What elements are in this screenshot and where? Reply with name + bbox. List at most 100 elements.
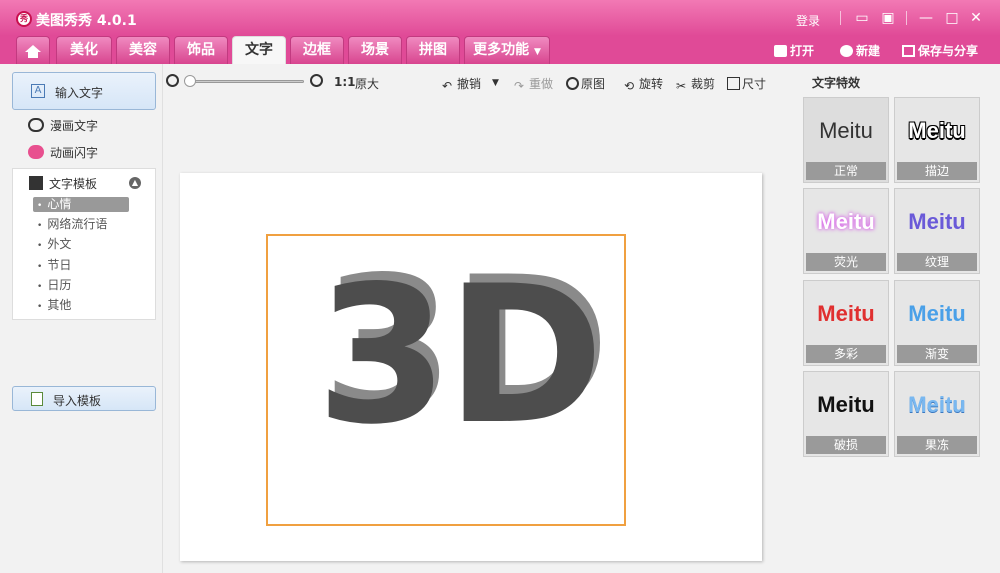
input-text-label: 输入文字 <box>55 86 104 100</box>
app-logo-icon: 秀 <box>16 11 32 27</box>
tab-beauty[interactable]: 美容 <box>116 36 170 64</box>
effect-gradient[interactable]: Meitu 渐变 <box>894 280 980 366</box>
category-calendar[interactable]: 日历 <box>33 278 129 293</box>
undo-dropdown-icon[interactable]: ▼ <box>492 78 499 88</box>
effect-sample: Meitu <box>817 392 875 417</box>
separator <box>906 11 907 25</box>
save-share-button[interactable]: 保存与分享 <box>902 42 978 59</box>
size-button[interactable]: 尺寸 <box>727 75 766 92</box>
effect-outline[interactable]: Meitu 描边 <box>894 97 980 183</box>
comic-text-label: 漫画文字 <box>50 119 99 133</box>
tab-accessories[interactable]: 饰品 <box>174 36 228 64</box>
feedback-icon[interactable]: ▭ <box>852 8 872 28</box>
input-text-button[interactable]: A 输入文字 <box>12 72 156 110</box>
collapse-icon[interactable]: ▲ <box>129 177 141 189</box>
skin-icon[interactable]: ▣ <box>878 8 898 28</box>
category-internet-slang[interactable]: 网络流行语 <box>33 217 129 232</box>
tab-more[interactable]: 更多功能 ▼ <box>464 36 550 64</box>
template-header-label: 文字模板 <box>49 177 98 191</box>
import-template-button[interactable]: 导入模板 <box>12 386 156 411</box>
effect-label: 渐变 <box>897 345 977 363</box>
tab-scene[interactable]: 场景 <box>348 36 402 64</box>
circle-icon <box>566 77 579 90</box>
effect-sample: Meitu <box>908 392 966 417</box>
effect-sample: Meitu <box>908 118 966 143</box>
chevron-down-icon: ▼ <box>533 47 541 57</box>
zoom-out-icon[interactable] <box>166 74 179 87</box>
effect-colorful[interactable]: Meitu 多彩 <box>803 280 889 366</box>
original-image-button[interactable]: 原图 <box>566 75 605 92</box>
tab-bar: 美化 美容 饰品 文字 边框 场景 拼图 更多功能 ▼ 打开 新建 保存与分享 <box>0 36 1000 64</box>
effect-label: 多彩 <box>806 345 886 363</box>
save-label: 保存与分享 <box>918 44 979 58</box>
tab-text[interactable]: 文字 <box>232 36 286 64</box>
left-panel: A 输入文字 漫画文字 动画闪字 文字模板 ▲ 心情 网络流行语 外文 节日 日… <box>0 64 163 573</box>
plus-circle-icon <box>840 45 853 57</box>
minimize-icon[interactable]: — <box>916 8 936 28</box>
zoom-in-icon[interactable] <box>310 74 323 87</box>
size-label: 尺寸 <box>742 77 767 91</box>
effect-glow[interactable]: Meitu 荧光 <box>803 188 889 274</box>
import-template-label: 导入模板 <box>53 394 102 408</box>
new-label: 新建 <box>856 44 881 58</box>
effect-label: 纹理 <box>897 253 977 271</box>
new-button[interactable]: 新建 <box>840 42 880 59</box>
undo-button[interactable]: ↶ 撤销 <box>442 75 482 93</box>
import-icon <box>31 392 43 406</box>
redo-button[interactable]: ↷ 重做 <box>514 75 554 93</box>
comic-text-item[interactable]: 漫画文字 <box>28 117 98 135</box>
image-canvas[interactable]: 3D <box>180 173 762 561</box>
original-size-button[interactable]: 原大 <box>355 75 379 92</box>
effect-broken[interactable]: Meitu 破损 <box>803 371 889 457</box>
tab-home[interactable] <box>16 36 50 64</box>
zoom-slider-handle[interactable] <box>184 75 196 87</box>
rotate-label: 旋转 <box>639 77 664 91</box>
tab-beautify[interactable]: 美化 <box>56 36 112 64</box>
category-foreign[interactable]: 外文 <box>33 237 129 252</box>
effect-sample: Meitu <box>908 301 966 326</box>
home-icon <box>25 45 41 58</box>
title-bar: 秀 美图秀秀 4.0.1 登录 ▭ ▣ — □ ✕ <box>0 0 1000 36</box>
anim-text-label: 动画闪字 <box>50 146 99 160</box>
effect-normal[interactable]: Meitu 正常 <box>803 97 889 183</box>
app-title: 美图秀秀 4.0.1 <box>36 13 137 29</box>
resize-icon <box>727 77 740 90</box>
close-icon[interactable]: ✕ <box>966 8 986 28</box>
effect-sample: Meitu <box>817 209 875 234</box>
scissors-icon: ✂ <box>676 79 687 93</box>
save-icon <box>902 45 915 57</box>
open-label: 打开 <box>790 44 815 58</box>
category-mood[interactable]: 心情 <box>33 197 129 212</box>
redo-label: 重做 <box>529 77 554 91</box>
tab-frame[interactable]: 边框 <box>290 36 344 64</box>
heart-icon <box>28 145 44 159</box>
effect-texture[interactable]: Meitu 纹理 <box>894 188 980 274</box>
undo-label: 撤销 <box>457 77 482 91</box>
effect-label: 荧光 <box>806 253 886 271</box>
effect-label: 描边 <box>897 162 977 180</box>
crop-button[interactable]: ✂ 裁剪 <box>676 75 715 93</box>
effect-jelly[interactable]: Meitu 果冻 <box>894 371 980 457</box>
text-template-panel: 文字模板 ▲ 心情 网络流行语 外文 节日 日历 其他 <box>12 168 156 320</box>
open-button[interactable]: 打开 <box>774 42 814 59</box>
login-link[interactable]: 登录 <box>796 12 820 29</box>
effect-label: 破损 <box>806 436 886 454</box>
effect-label: 正常 <box>806 162 886 180</box>
anim-text-item[interactable]: 动画闪字 <box>28 144 98 162</box>
effect-sample: Meitu <box>817 301 875 326</box>
category-other[interactable]: 其他 <box>33 298 129 313</box>
maximize-icon[interactable]: □ <box>942 8 962 28</box>
folder-icon <box>774 45 787 57</box>
effect-sample: Meitu <box>819 118 873 143</box>
tab-more-label: 更多功能 <box>473 42 530 58</box>
canvas-text-3d[interactable]: 3D <box>316 261 604 451</box>
ratio-1-1-button[interactable]: 1:1 <box>334 75 356 89</box>
tab-collage[interactable]: 拼图 <box>406 36 460 64</box>
separator <box>840 11 841 25</box>
zoom-slider[interactable] <box>186 80 304 83</box>
effect-sample: Meitu <box>908 209 966 234</box>
rotate-button[interactable]: ⟲ 旋转 <box>624 75 664 93</box>
category-holiday[interactable]: 节日 <box>33 258 129 273</box>
text-template-header[interactable]: 文字模板 <box>29 175 97 192</box>
redo-icon: ↷ <box>514 79 525 93</box>
